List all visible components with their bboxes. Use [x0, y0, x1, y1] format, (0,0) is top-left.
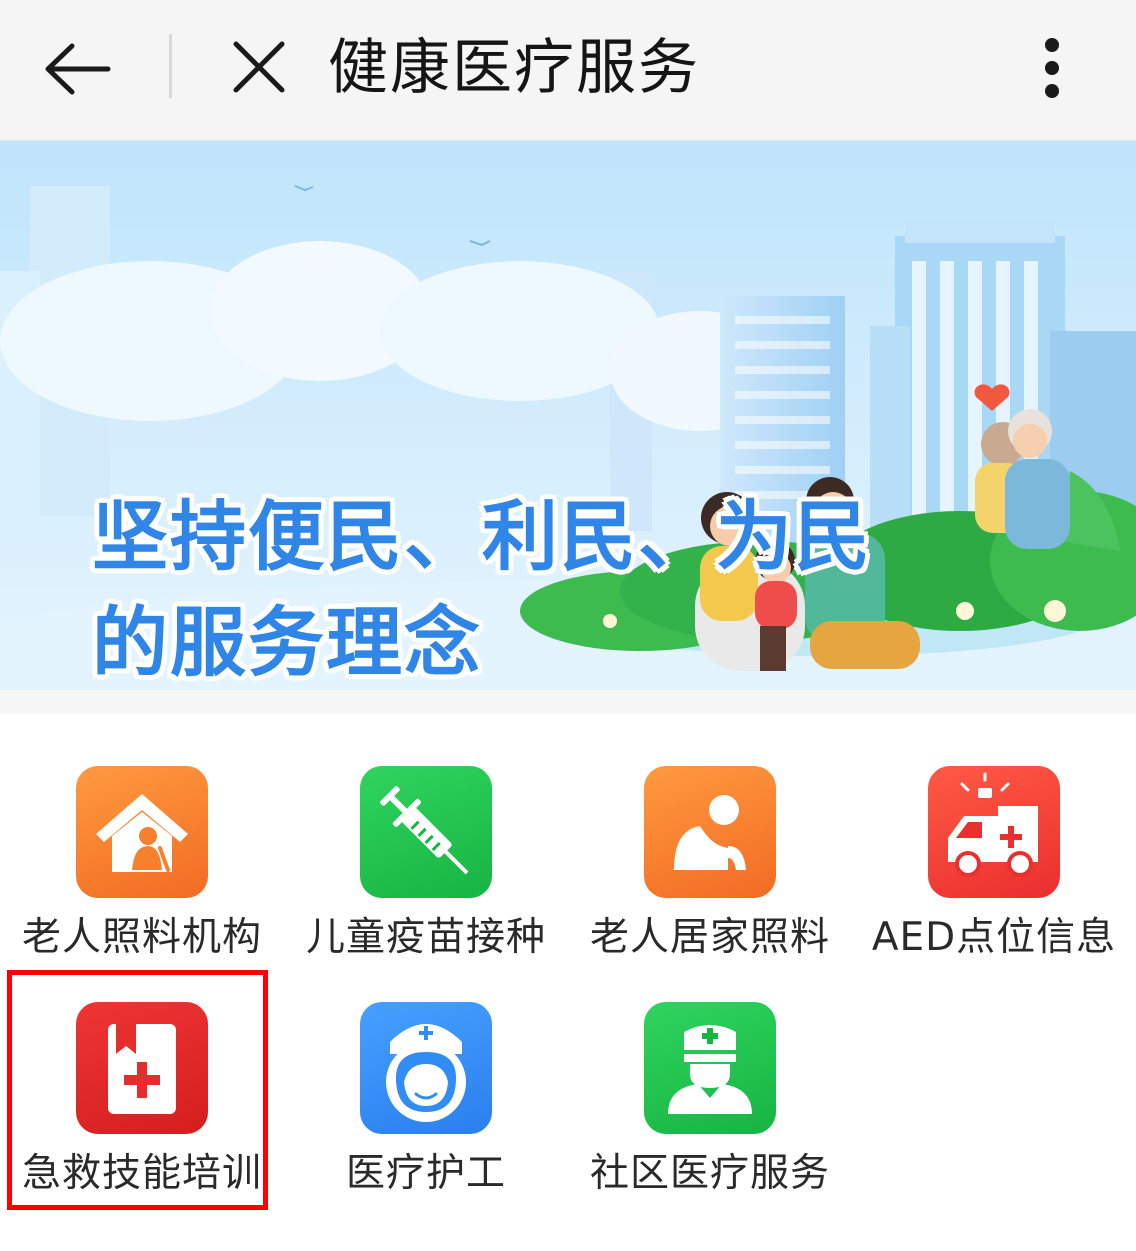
page-title: 健康医疗服务	[328, 33, 700, 103]
service-label: 急救技能培训	[21, 1151, 262, 1196]
service-label: 医疗护工	[345, 1151, 506, 1196]
banner-slogan-line2: 的服务理念	[92, 598, 482, 687]
banner-slogan-line1: 坚持便民、利民、为民	[92, 492, 872, 581]
syringe-icon	[360, 766, 492, 898]
service-child-vaccination[interactable]: 儿童疫苗接种	[284, 766, 568, 976]
nurse-icon	[360, 1002, 492, 1134]
back-button[interactable]	[40, 34, 114, 104]
section-divider	[0, 690, 1136, 714]
more-button[interactable]	[1024, 36, 1080, 100]
service-first-aid-training[interactable]: 急救技能培训	[0, 1002, 284, 1212]
service-elder-care-institution[interactable]: 老人照料机构	[0, 766, 284, 976]
elder-care-home-icon	[76, 766, 208, 898]
top-bar: 健康医疗服务	[0, 0, 1136, 141]
service-aed-locations[interactable]: AED点位信息	[852, 766, 1136, 976]
ambulance-icon	[928, 766, 1060, 898]
doctor-icon	[644, 1002, 776, 1134]
service-label: 老人居家照料	[589, 915, 830, 960]
close-icon	[233, 41, 285, 93]
banner[interactable]: 坚持便民、利民、为民 的服务理念	[0, 141, 1136, 690]
service-elder-home-care[interactable]: 老人居家照料	[568, 766, 852, 976]
first-aid-book-icon	[76, 1002, 208, 1134]
elder-home-care-icon	[644, 766, 776, 898]
arrow-left-icon	[45, 43, 111, 95]
close-button[interactable]	[226, 34, 292, 100]
header-divider	[169, 34, 172, 98]
service-label: 社区医疗服务	[589, 1151, 830, 1196]
service-label: 老人照料机构	[21, 915, 262, 960]
more-vertical-icon	[1045, 38, 1059, 98]
service-community-medical[interactable]: 社区医疗服务	[568, 1002, 852, 1212]
service-label: AED点位信息	[871, 915, 1117, 960]
service-label: 儿童疫苗接种	[305, 915, 546, 960]
service-medical-caregiver[interactable]: 医疗护工	[284, 1002, 568, 1212]
